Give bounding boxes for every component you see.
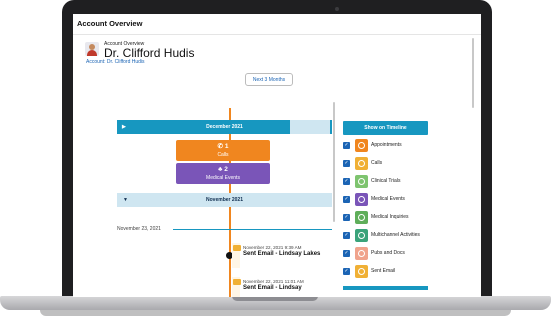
checkbox[interactable]: ✓ [343, 196, 350, 203]
filter-clinical-trials[interactable]: ✓ Clinical Trials [343, 175, 473, 189]
event-title[interactable]: Sent Email - Lindsay [243, 285, 333, 293]
filter-sent-email[interactable]: ✓ Sent Email [343, 265, 473, 279]
calls-summary-card[interactable]: ✆ 1 Calls [176, 140, 270, 161]
trial-icon [355, 175, 368, 188]
filter-label: Sent Email [371, 268, 396, 274]
event-time: November 22, 2021 9:39 AM [243, 245, 302, 250]
filter-label: Multichannel Activities [371, 232, 420, 238]
phone-icon: ✆ [217, 143, 225, 150]
filter-medical-inquiries[interactable]: ✓ Medical Inquiries [343, 211, 473, 225]
filter-medical-events[interactable]: ✓ Medical Events [343, 193, 473, 207]
sidebar-next-button-edge[interactable] [343, 286, 428, 290]
checkbox[interactable]: ✓ [343, 268, 350, 275]
email-icon [355, 265, 368, 278]
inquiry-icon [355, 211, 368, 224]
camera-dot [335, 7, 339, 11]
checkbox[interactable]: ✓ [343, 160, 350, 167]
checkbox[interactable]: ✓ [343, 178, 350, 185]
month-header-november[interactable]: ▼ November 2021 [117, 193, 332, 207]
medical-events-label: Medical Events [206, 175, 240, 181]
event-time: November 22, 2021 11:01 AM [243, 279, 304, 284]
account-link[interactable]: Account: Dr. Clifford Hudis [86, 59, 145, 65]
event-card[interactable]: November 22, 2021 9:39 AM Sent Email - L… [232, 243, 332, 268]
medical-event-icon [355, 193, 368, 206]
checkbox[interactable]: ✓ [343, 142, 350, 149]
month-label: November 2021 [206, 197, 243, 203]
filter-label: Medical Inquiries [371, 214, 409, 220]
event-card[interactable]: November 22, 2021 11:01 AM Sent Email - … [232, 277, 332, 297]
calls-count: ✆ 1 [217, 143, 229, 150]
avatar [85, 42, 99, 56]
filter-multichannel-activities[interactable]: ✓ Multichannel Activities [343, 229, 473, 243]
laptop-shadow [40, 310, 511, 316]
phone-icon [355, 157, 368, 170]
checkbox[interactable]: ✓ [343, 250, 350, 257]
screen: Account Overview Account Overview Dr. Cl… [73, 14, 481, 297]
email-icon [233, 279, 241, 285]
filter-label: Calls [371, 160, 383, 166]
filter-label: Pubs and Docs [371, 250, 405, 256]
show-on-timeline-button[interactable]: Show on Timeline [343, 121, 428, 135]
page-title: Account Overview [73, 14, 481, 35]
filter-calls[interactable]: ✓ Calls [343, 157, 473, 171]
multichannel-icon [355, 229, 368, 242]
filter-label: Clinical Trials [371, 178, 401, 184]
next-3-months-button[interactable]: Next 3 Months [245, 73, 293, 86]
filter-pubs-and-docs[interactable]: ✓ Pubs and Docs [343, 247, 473, 261]
date-divider [173, 229, 332, 230]
filter-label: Appointments [371, 142, 402, 148]
date-label: November 23, 2021 [117, 226, 161, 232]
filter-label: Medical Events [371, 196, 405, 202]
medical-events-summary-card[interactable]: ♣ 2 Medical Events [176, 163, 270, 184]
page-scrollbar[interactable] [472, 38, 474, 108]
account-name: Dr. Clifford Hudis [104, 46, 195, 60]
docs-icon [355, 247, 368, 260]
filter-appointments[interactable]: ✓ Appointments [343, 139, 473, 153]
email-icon [233, 245, 241, 251]
medical-events-count: ♣ 2 [218, 166, 228, 173]
timeline-scrollbar[interactable] [333, 102, 335, 222]
month-header-tail [290, 120, 330, 134]
clock-icon [355, 139, 368, 152]
event-title[interactable]: Sent Email - Lindsay Lakes [243, 251, 333, 259]
calls-label: Calls [217, 152, 229, 158]
checkbox[interactable]: ✓ [343, 214, 350, 221]
checkbox[interactable]: ✓ [343, 232, 350, 239]
